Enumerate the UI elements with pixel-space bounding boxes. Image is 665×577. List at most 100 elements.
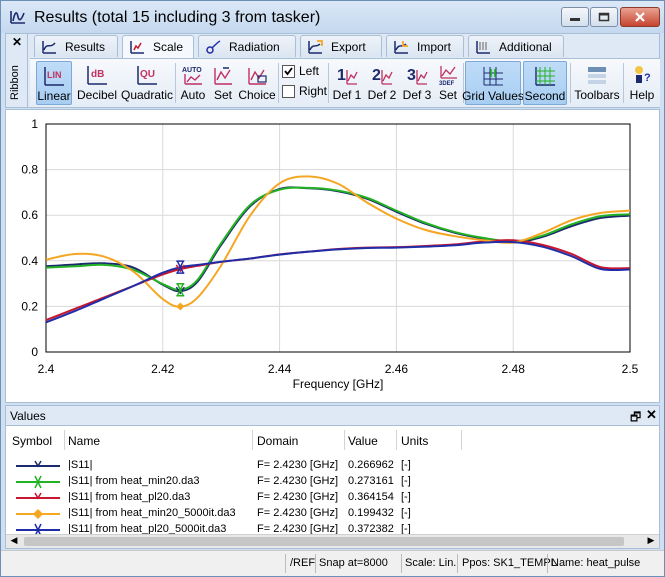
help-button[interactable]: ? Help — [626, 61, 658, 105]
left-axis-checkbox[interactable]: Left — [282, 64, 319, 78]
import-icon — [394, 40, 408, 54]
table-row[interactable]: |S11| F= 2.4230 [GHz] 0.266962 [-] — [6, 458, 659, 474]
column-header-name[interactable]: Name — [68, 434, 100, 448]
auto-scale-icon: AUTO — [182, 67, 202, 85]
table-row[interactable]: |S11| from heat_min20_5000it.da3 F= 2.423… — [6, 506, 659, 522]
set-scale-button[interactable]: Set — [210, 61, 236, 105]
linear-button[interactable]: LIN Linear — [36, 61, 72, 105]
y-tick-label: 0.6 — [21, 208, 38, 222]
choice-label: Choice — [238, 88, 276, 102]
x-tick-label: 2.42 — [151, 362, 175, 376]
set-def-button[interactable]: 3DEF Set — [435, 61, 461, 105]
second-grid-icon — [535, 67, 555, 86]
y-tick-label: 0.8 — [21, 163, 38, 177]
values-panel-header: Values 🗗 ✕ — [6, 406, 659, 426]
scroll-right-icon[interactable]: ▶ — [643, 535, 659, 548]
def1-button[interactable]: 1 Def 1 — [330, 61, 364, 105]
svg-text:3: 3 — [407, 67, 416, 84]
x-axis-label: Frequency [GHz] — [293, 377, 384, 391]
checkmark-icon — [284, 66, 293, 75]
ribbon-side-bar: ✕ Ribbon — [6, 34, 28, 107]
column-header-symbol[interactable]: Symbol — [12, 434, 52, 448]
tab-results[interactable]: Results — [34, 35, 118, 57]
status-snap: Snap at=8000 — [319, 557, 388, 569]
status-bar: /REF Snap at=8000 Scale: Lin. Ppos: SK1_… — [1, 550, 664, 576]
restore-icon[interactable]: 🗗 — [630, 408, 641, 429]
svg-text:dB: dB — [91, 69, 104, 80]
table-row[interactable]: |S11| from heat_pl20.da3 F= 2.4230 [GHz] 0… — [6, 490, 659, 506]
ribbon: ✕ Ribbon Results Scale Radiation Export — [5, 33, 660, 108]
series-line-3 — [45, 239, 631, 322]
x-tick-label: 2.4 — [38, 362, 55, 376]
horizontal-scrollbar[interactable]: ◀ ▶ — [6, 534, 659, 548]
close-icon[interactable]: ✕ — [646, 407, 657, 423]
cell-domain: F= 2.4230 [GHz] — [257, 459, 339, 471]
tab-additional[interactable]: Additional — [468, 35, 564, 57]
quadratic-label: Quadratic — [120, 88, 174, 102]
ribbon-close-icon[interactable]: ✕ — [12, 35, 22, 49]
def3-button[interactable]: 3 Def 3 — [400, 61, 434, 105]
grid-values-icon — [483, 67, 503, 86]
checkbox-box[interactable] — [282, 64, 295, 78]
cell-value: 0.266962 — [348, 459, 394, 471]
linear-label: Linear — [37, 89, 71, 103]
status-separator — [285, 554, 286, 573]
decibel-button[interactable]: dB Decibel — [74, 61, 120, 105]
tab-export[interactable]: Export — [300, 35, 382, 57]
status-separator — [315, 554, 316, 573]
title-bar[interactable]: Results (total 15 including 3 from taske… — [1, 1, 664, 33]
status-separator — [457, 554, 458, 573]
toolbar-separator — [623, 63, 624, 103]
column-header-units[interactable]: Units — [401, 434, 428, 448]
column-header-value[interactable]: Value — [348, 434, 378, 448]
series-symbol — [16, 492, 60, 500]
close-icon — [635, 12, 645, 22]
minimize-button[interactable] — [561, 7, 589, 27]
values-panel: Values 🗗 ✕ Symbol Name Domain Value Unit… — [5, 405, 660, 549]
s11-chart[interactable]: 0 0.2 0.4 0.6 0.8 1 2.4 2.42 2.44 2.46 2.48 2.5 Fre… — [6, 110, 659, 402]
y-tick-label: 0 — [31, 345, 38, 359]
series-symbol — [16, 460, 60, 468]
maximize-icon — [598, 12, 610, 22]
chart-area[interactable]: 0 0.2 0.4 0.6 0.8 1 2.4 2.42 2.44 2.46 2.48 2.5 Fre… — [5, 109, 660, 403]
app-icon — [10, 11, 25, 24]
checkbox-box[interactable] — [282, 84, 295, 98]
second-grid-button[interactable]: Second — [523, 61, 567, 105]
radiation-icon — [206, 39, 221, 54]
quadratic-scale-icon: QU — [137, 66, 157, 85]
toolbar-separator — [570, 63, 571, 103]
maximize-button[interactable] — [590, 7, 618, 27]
results-icon — [42, 40, 56, 54]
def2-button[interactable]: 2 Def 2 — [365, 61, 399, 105]
table-row[interactable]: |S11| from heat_min20.da3 F= 2.4230 [GHz]… — [6, 474, 659, 490]
column-separator — [461, 430, 462, 450]
choice-button[interactable]: Choice — [238, 61, 276, 105]
column-header-domain[interactable]: Domain — [257, 434, 298, 448]
grid-values-button[interactable]: Grid Values — [462, 61, 524, 105]
toolbars-button[interactable]: Toolbars — [574, 61, 620, 105]
scroll-left-icon[interactable]: ◀ — [6, 535, 22, 548]
cell-domain: F= 2.4230 [GHz] — [257, 507, 339, 519]
cell-name: |S11| from heat_min20.da3 — [68, 475, 200, 487]
series-line-2 — [45, 186, 631, 291]
tab-import[interactable]: Import — [386, 35, 464, 57]
toolbar-separator — [328, 63, 329, 103]
column-separator — [64, 430, 65, 450]
status-scale: Scale: Lin. — [405, 557, 457, 569]
tab-radiation[interactable]: Radiation — [198, 35, 296, 57]
right-axis-checkbox[interactable]: Right — [282, 84, 327, 98]
tab-scale[interactable]: Scale — [122, 35, 194, 58]
scrollbar-thumb[interactable] — [24, 537, 624, 546]
symbol-marker — [32, 508, 44, 520]
close-button[interactable] — [620, 7, 660, 27]
x-tick-label: 2.48 — [502, 362, 526, 376]
cell-units: [-] — [401, 507, 411, 519]
svg-text:1: 1 — [337, 67, 346, 84]
svg-text:LIN: LIN — [47, 70, 62, 80]
status-ppos: Ppos: SK1_TEMPL — [462, 557, 557, 569]
auto-button[interactable]: AUTO Auto — [178, 61, 208, 105]
svg-text:QU: QU — [140, 69, 155, 80]
svg-text:AUTO: AUTO — [182, 67, 202, 74]
quadratic-button[interactable]: QU Quadratic — [120, 61, 174, 105]
ribbon-side-label: Ribbon — [9, 65, 21, 100]
